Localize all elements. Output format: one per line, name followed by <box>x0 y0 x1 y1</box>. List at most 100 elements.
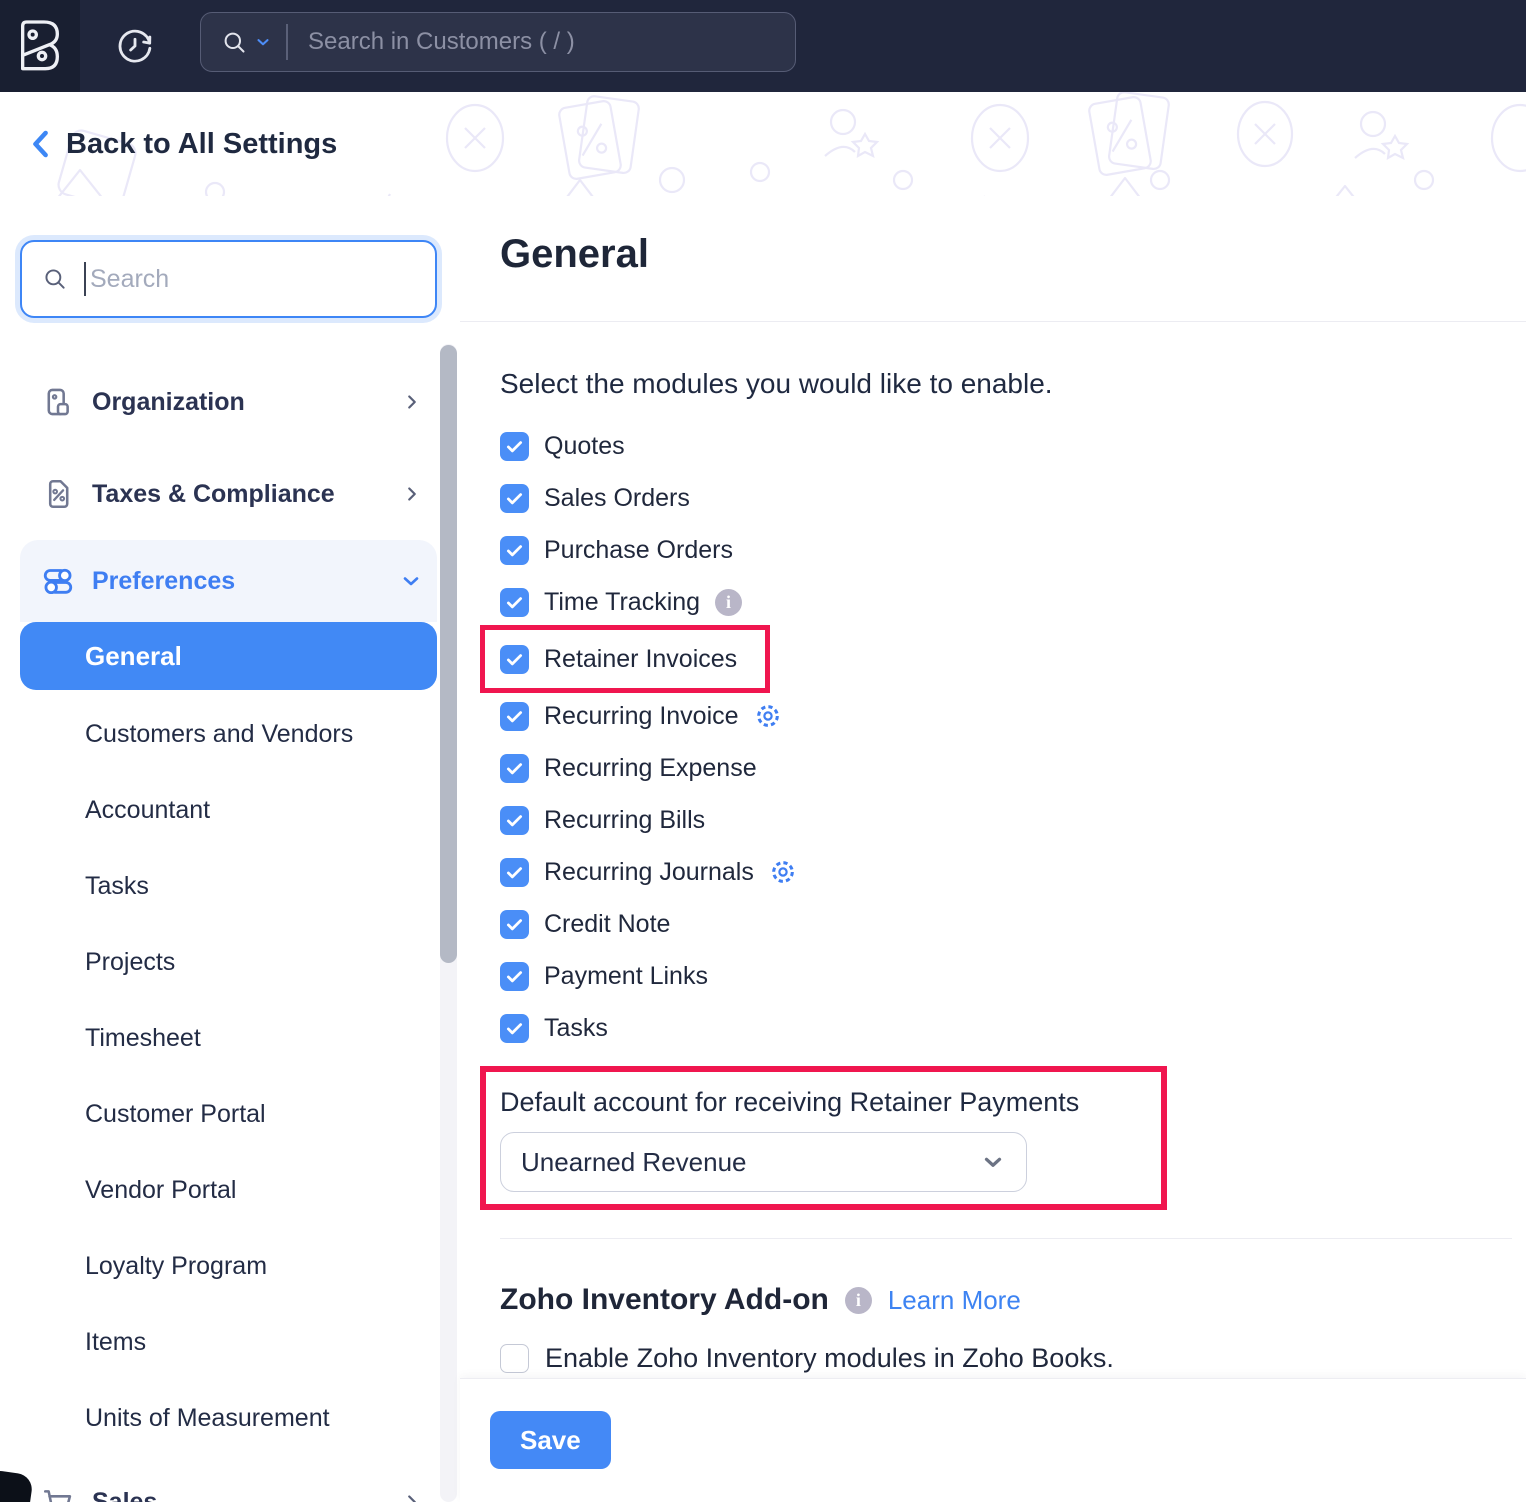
module-label: Recurring Journals <box>544 858 754 887</box>
modules-heading: Select the modules you would like to ena… <box>500 368 1526 400</box>
module-checkbox-row: Purchase Orders <box>500 524 745 576</box>
search-scope-chevron-down-icon[interactable] <box>254 33 272 51</box>
sidebar-item-label: Vendor Portal <box>85 1176 237 1205</box>
enable-inventory-label: Enable Zoho Inventory modules in Zoho Bo… <box>545 1343 1114 1374</box>
chevron-down-icon <box>399 569 423 593</box>
sidebar-item[interactable]: Customer Portal <box>20 1076 437 1152</box>
history-clock-icon[interactable] <box>100 0 170 92</box>
module-checkbox-row: Recurring Journals <box>500 846 809 898</box>
retainer-default-highlight-box: Default account for receiving Retainer P… <box>480 1066 1167 1210</box>
enable-inventory-checkbox[interactable] <box>500 1344 529 1373</box>
module-checkbox[interactable] <box>500 588 529 617</box>
global-search-input[interactable] <box>306 27 779 57</box>
gear-icon[interactable] <box>754 702 782 730</box>
global-search-bar[interactable] <box>200 12 796 72</box>
sidebar-item[interactable]: Projects <box>20 924 437 1000</box>
info-icon[interactable]: i <box>715 589 742 616</box>
module-label: Retainer Invoices <box>544 645 737 674</box>
save-button[interactable]: Save <box>490 1411 611 1469</box>
module-checkbox-row: Payment Links <box>500 950 720 1002</box>
sidebar-item-label: Organization <box>92 388 245 417</box>
settings-header-band: Back to All Settings <box>0 92 1526 197</box>
save-footer-bar: Save <box>460 1378 1526 1502</box>
sidebar-item[interactable]: Customers and Vendors <box>20 696 437 772</box>
sidebar-item[interactable]: Organization <box>20 356 437 448</box>
module-checkbox-row: Tasks <box>500 1002 620 1054</box>
module-checkbox-row: Recurring Bills <box>500 794 717 846</box>
module-checkbox[interactable] <box>500 484 529 513</box>
zoho-books-logo[interactable] <box>0 0 80 92</box>
module-checkbox[interactable] <box>500 754 529 783</box>
text-caret <box>84 262 86 296</box>
sidebar-item-label: Customer Portal <box>85 1100 266 1129</box>
sidebar-item-label: General <box>85 641 182 672</box>
retainer-default-label: Default account for receiving Retainer P… <box>500 1086 1079 1118</box>
back-link-label: Back to All Settings <box>66 128 337 161</box>
search-icon <box>221 29 248 56</box>
module-label: Recurring Bills <box>544 806 705 835</box>
info-icon[interactable]: i <box>845 1287 872 1314</box>
zoho-books-settings-page: Back to All Settings <box>0 0 1526 1502</box>
sidebar-item[interactable]: Tasks <box>20 848 437 924</box>
settings-nav: Organization <box>20 356 437 1502</box>
page-title: General <box>500 232 1526 277</box>
sidebar-item-label: Tasks <box>85 872 149 901</box>
preferences-icon <box>40 563 76 599</box>
module-label: Recurring Expense <box>544 754 757 783</box>
divider <box>500 1238 1512 1239</box>
chevron-right-icon <box>401 483 423 505</box>
module-checkbox[interactable] <box>500 645 529 674</box>
gear-icon[interactable] <box>769 858 797 886</box>
module-checkbox-row: Quotes <box>500 420 637 472</box>
sidebar-item[interactable]: Preferences <box>20 540 437 622</box>
module-checkbox[interactable] <box>500 1014 529 1043</box>
sidebar-item[interactable]: Items <box>20 1304 437 1380</box>
retainer-account-value: Unearned Revenue <box>521 1147 747 1178</box>
module-checkbox-row: Credit Note <box>500 898 682 950</box>
module-checkbox[interactable] <box>500 702 529 731</box>
module-label: Tasks <box>544 1014 608 1043</box>
modules-list: Quotes Sales Orders <box>500 420 1526 1054</box>
sidebar-item[interactable]: Loyalty Program <box>20 1228 437 1304</box>
module-label: Sales Orders <box>544 484 690 513</box>
search-separator <box>286 24 288 60</box>
retainer-account-select[interactable]: Unearned Revenue <box>500 1132 1027 1192</box>
module-label: Time Tracking <box>544 588 700 617</box>
sidebar-item[interactable]: Units of Measurement <box>20 1380 437 1456</box>
inventory-addon-title: Zoho Inventory Add-on <box>500 1283 829 1317</box>
general-settings-panel: General Select the modules you would lik… <box>460 196 1526 1502</box>
module-label: Quotes <box>544 432 625 461</box>
learn-more-link[interactable]: Learn More <box>888 1285 1021 1316</box>
sidebar-item[interactable]: Timesheet <box>20 1000 437 1076</box>
sidebar-item[interactable]: Taxes & Compliance <box>20 448 437 540</box>
sidebar-item-label: Preferences <box>92 567 235 596</box>
module-checkbox[interactable] <box>500 806 529 835</box>
sidebar-item-label: Loyalty Program <box>85 1252 267 1281</box>
sidebar-scrollbar-thumb[interactable] <box>440 345 457 963</box>
sidebar-item[interactable]: Sales <box>20 1456 437 1502</box>
sidebar-item[interactable]: Vendor Portal <box>20 1152 437 1228</box>
sidebar-item-label: Items <box>85 1328 146 1357</box>
module-checkbox[interactable] <box>500 910 529 939</box>
sidebar-item-label: Projects <box>85 948 175 977</box>
sidebar-item[interactable]: Accountant <box>20 772 437 848</box>
module-checkbox[interactable] <box>500 536 529 565</box>
chevron-down-icon <box>980 1149 1006 1175</box>
sidebar-search-box[interactable] <box>20 240 437 318</box>
sidebar-item[interactable]: General <box>20 622 437 690</box>
module-checkbox[interactable] <box>500 432 529 461</box>
chevron-right-icon <box>401 391 423 413</box>
module-checkbox[interactable] <box>500 962 529 991</box>
chevron-left-icon <box>30 129 52 159</box>
sidebar-item-label: Taxes & Compliance <box>92 480 335 509</box>
module-checkbox-row: Recurring Expense <box>500 742 769 794</box>
topbar <box>0 0 1526 92</box>
sidebar-search-input[interactable] <box>88 264 417 295</box>
module-checkbox-row: Recurring Invoice <box>500 690 794 742</box>
search-icon <box>42 266 68 292</box>
back-to-all-settings-link[interactable]: Back to All Settings <box>30 92 337 196</box>
module-checkbox-row: Sales Orders <box>500 472 702 524</box>
module-checkbox[interactable] <box>500 858 529 887</box>
module-label: Payment Links <box>544 962 708 991</box>
sidebar-item-label: Customers and Vendors <box>85 720 353 749</box>
